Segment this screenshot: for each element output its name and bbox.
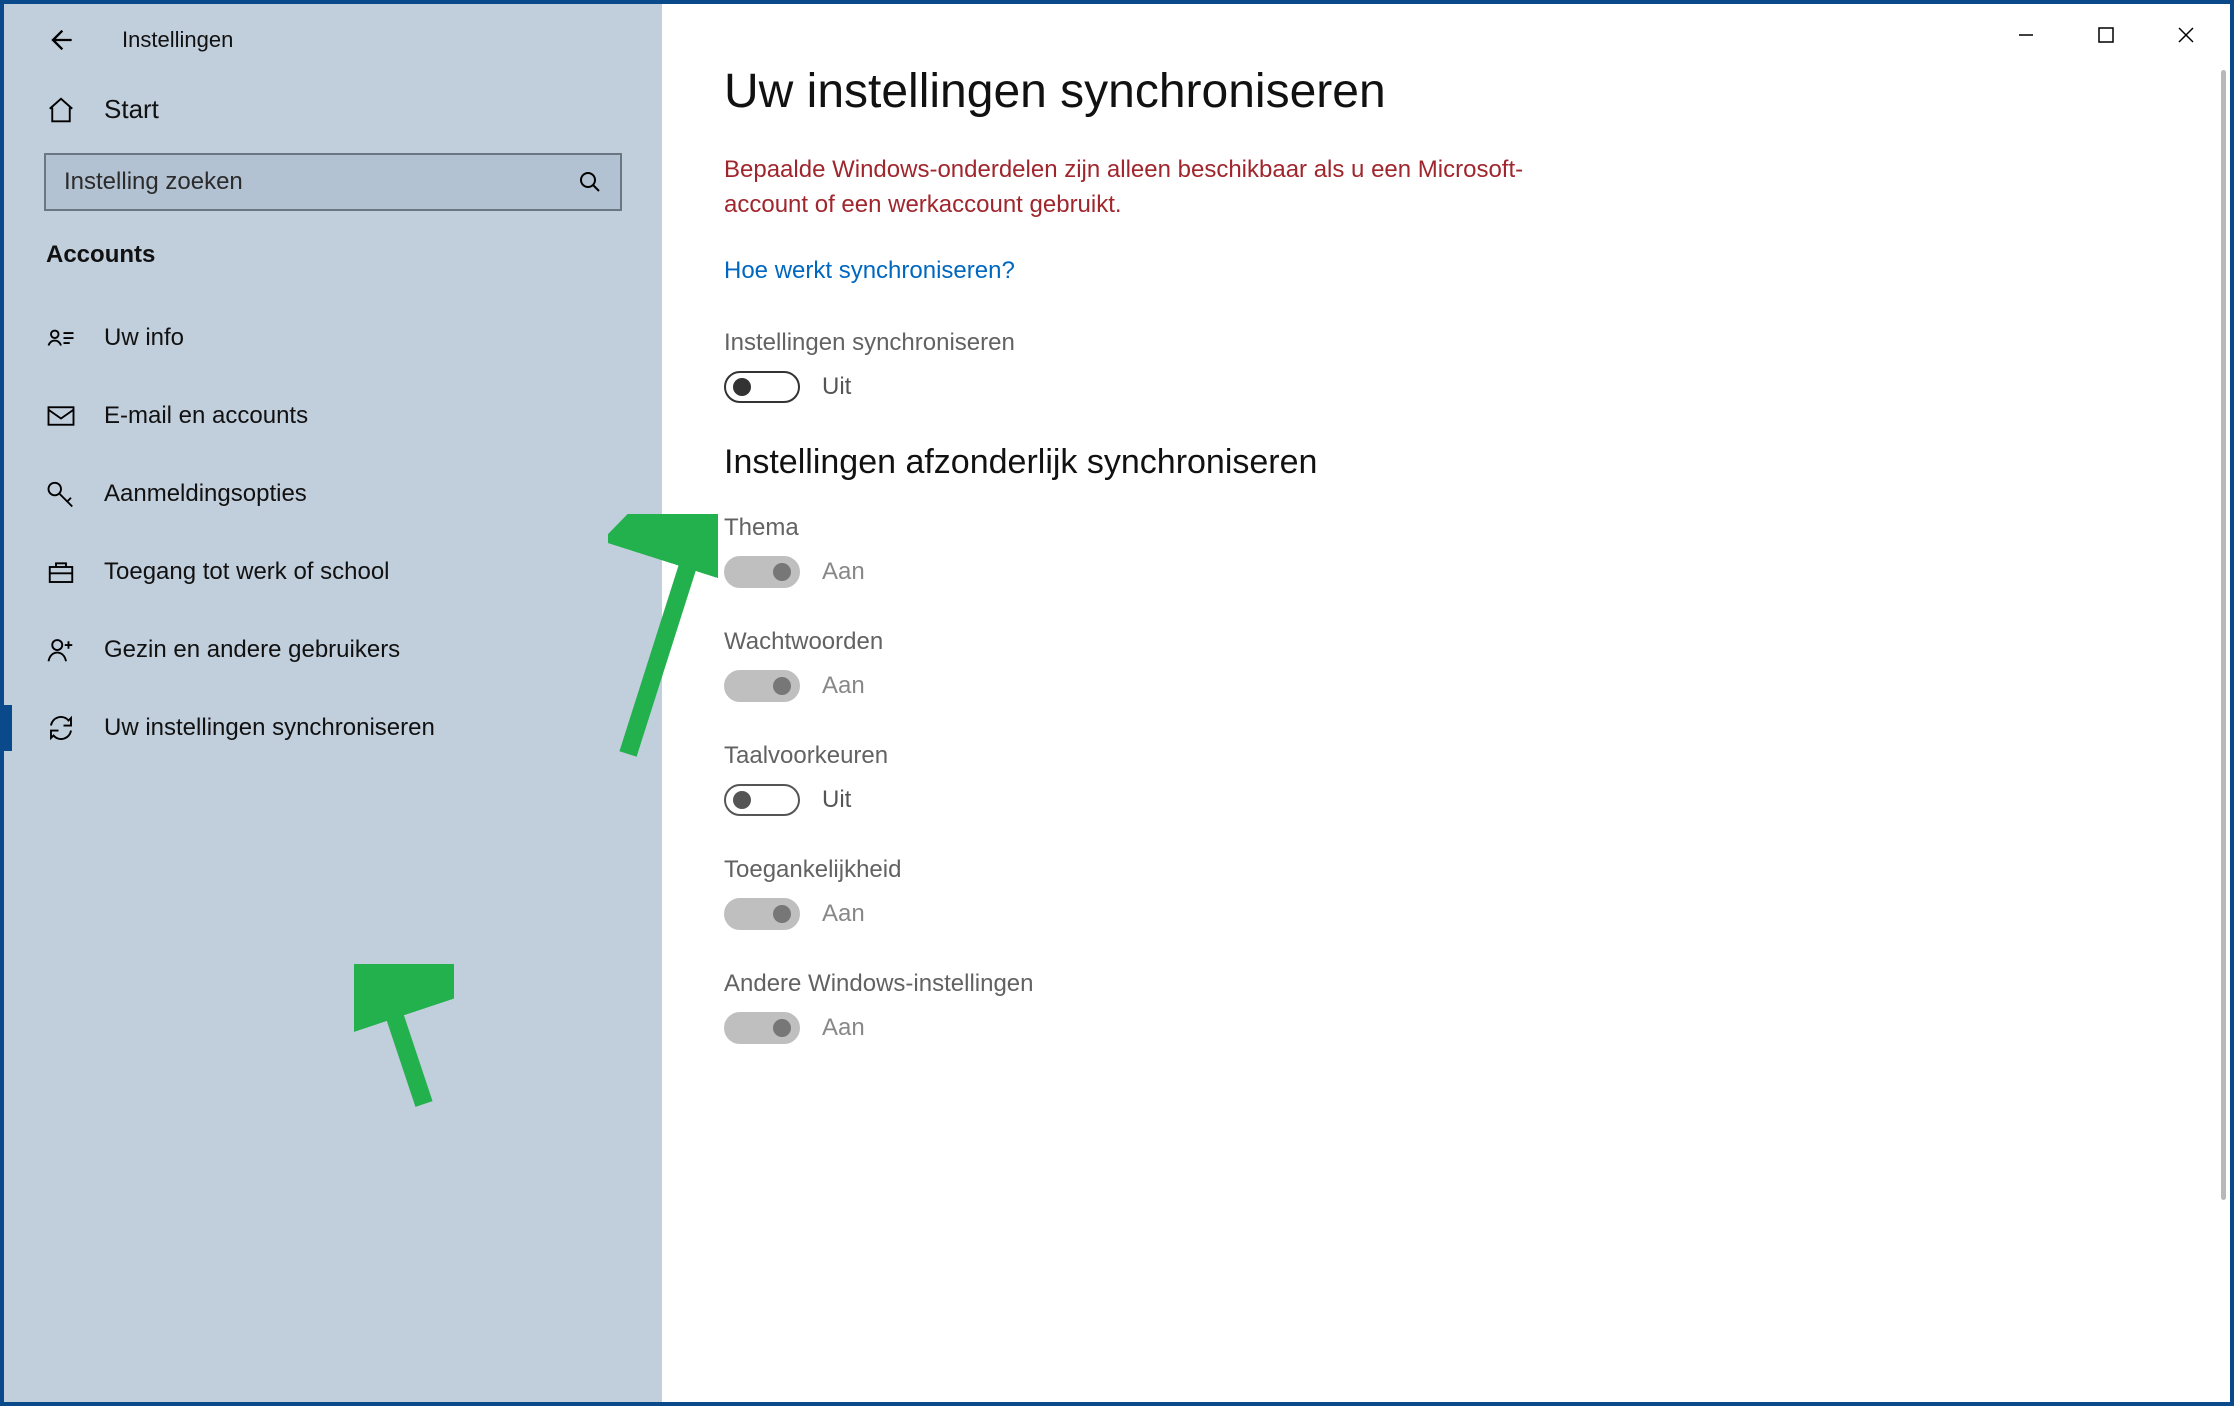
toggle-switch-andere-windows[interactable] [724, 1012, 800, 1044]
toggle-label: Toegankelijkheid [724, 856, 2230, 884]
sync-master-toggle[interactable] [724, 371, 800, 403]
toggle-toegankelijkheid: Toegankelijkheid Aan [724, 856, 2230, 930]
briefcase-icon [46, 557, 76, 587]
warning-text: Bepaalde Windows-onderdelen zijn alleen … [724, 153, 1544, 223]
key-icon [46, 479, 76, 509]
minimize-button[interactable] [1986, 8, 2066, 62]
titlebar-controls [1986, 8, 2226, 62]
toggle-state: Aan [822, 1014, 865, 1042]
home-button[interactable]: Start [4, 94, 662, 153]
mail-icon [46, 401, 76, 431]
toggle-switch-wachtwoorden[interactable] [724, 670, 800, 702]
close-icon [2176, 25, 2196, 45]
app-title: Instellingen [122, 27, 233, 53]
help-link[interactable]: Hoe werkt synchroniseren? [724, 257, 1015, 285]
sync-master-state: Uit [822, 373, 851, 401]
toggle-state: Uit [822, 786, 851, 814]
sidebar-item-label: Toegang tot werk of school [104, 558, 390, 586]
settings-window: Instellingen Start Accounts Uw info [4, 4, 2230, 1402]
sidebar-item-label: Gezin en andere gebruikers [104, 636, 400, 664]
toggle-label: Taalvoorkeuren [724, 742, 2230, 770]
sidebar-item-signin-options[interactable]: Aanmeldingsopties [4, 455, 662, 533]
search-icon [578, 170, 602, 194]
sidebar-item-label: Uw info [104, 324, 184, 352]
toggle-switch-toegankelijkheid[interactable] [724, 898, 800, 930]
scrollbar[interactable] [2221, 70, 2226, 1200]
maximize-icon [2096, 25, 2116, 45]
sidebar: Instellingen Start Accounts Uw info [4, 4, 662, 1402]
toggle-label: Thema [724, 514, 2230, 542]
sidebar-item-label: Uw instellingen synchroniseren [104, 714, 435, 742]
people-add-icon [46, 635, 76, 665]
sidebar-header: Instellingen [4, 26, 662, 94]
toggle-state: Aan [822, 672, 865, 700]
search-wrap [4, 153, 662, 241]
page-title: Uw instellingen synchroniseren [724, 64, 2230, 119]
sidebar-item-sync-settings[interactable]: Uw instellingen synchroniseren [4, 689, 662, 767]
toggle-label: Andere Windows-instellingen [724, 970, 2230, 998]
toggle-state: Aan [822, 558, 865, 586]
toggle-state: Aan [822, 900, 865, 928]
toggle-thema: Thema Aan [724, 514, 2230, 588]
close-button[interactable] [2146, 8, 2226, 62]
sync-icon [46, 713, 76, 743]
search-input[interactable] [64, 168, 578, 196]
search-box[interactable] [44, 153, 622, 211]
home-icon [46, 95, 76, 125]
toggle-switch-taalvoorkeuren[interactable] [724, 784, 800, 816]
maximize-button[interactable] [2066, 8, 2146, 62]
sidebar-item-uw-info[interactable]: Uw info [4, 299, 662, 377]
individual-heading: Instellingen afzonderlijk synchroniseren [724, 443, 2230, 482]
toggle-wachtwoorden: Wachtwoorden Aan [724, 628, 2230, 702]
sidebar-item-family[interactable]: Gezin en andere gebruikers [4, 611, 662, 689]
sidebar-nav: Uw info E-mail en accounts Aanmeldingsop… [4, 299, 662, 767]
sidebar-item-label: E-mail en accounts [104, 402, 308, 430]
main-panel: Uw instellingen synchroniseren Bepaalde … [662, 4, 2230, 1402]
sync-master-label: Instellingen synchroniseren [724, 329, 2230, 357]
home-label: Start [104, 94, 159, 125]
toggle-taalvoorkeuren: Taalvoorkeuren Uit [724, 742, 2230, 816]
toggle-label: Wachtwoorden [724, 628, 2230, 656]
toggle-switch-thema[interactable] [724, 556, 800, 588]
minimize-icon [2016, 25, 2036, 45]
toggle-andere-windows: Andere Windows-instellingen Aan [724, 970, 2230, 1044]
sidebar-section-heading: Accounts [4, 241, 662, 299]
person-card-icon [46, 323, 76, 353]
sidebar-item-label: Aanmeldingsopties [104, 480, 307, 508]
sidebar-item-email[interactable]: E-mail en accounts [4, 377, 662, 455]
back-icon[interactable] [46, 26, 74, 54]
sidebar-item-work-school[interactable]: Toegang tot werk of school [4, 533, 662, 611]
sync-master-block: Instellingen synchroniseren Uit [724, 329, 2230, 403]
